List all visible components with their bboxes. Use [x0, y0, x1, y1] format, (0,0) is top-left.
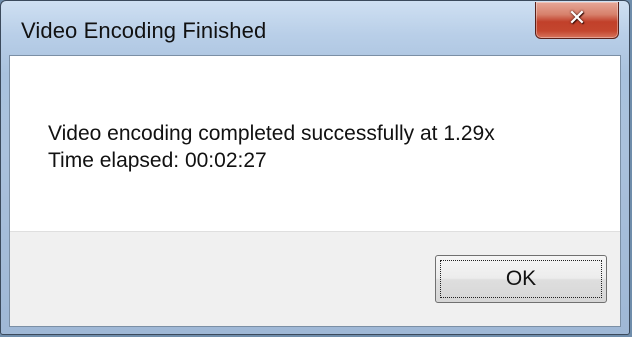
title-bar[interactable]: Video Encoding Finished ✕: [1, 1, 629, 55]
message-line-time-elapsed: Time elapsed: 00:02:27: [48, 149, 267, 172]
message-area: Video encoding completed successfully at…: [10, 56, 620, 231]
message-line-result: Video encoding completed successfully at…: [48, 122, 495, 145]
close-button[interactable]: ✕: [535, 2, 619, 39]
ok-button-label: OK: [440, 260, 602, 298]
ok-button[interactable]: OK: [435, 255, 607, 303]
button-area: OK: [10, 231, 620, 326]
window-title: Video Encoding Finished: [21, 18, 267, 43]
close-icon: ✕: [567, 5, 587, 31]
dialog-window: Video Encoding Finished ✕ Video encoding…: [0, 0, 630, 335]
dialog-content: Video encoding completed successfully at…: [9, 55, 621, 327]
